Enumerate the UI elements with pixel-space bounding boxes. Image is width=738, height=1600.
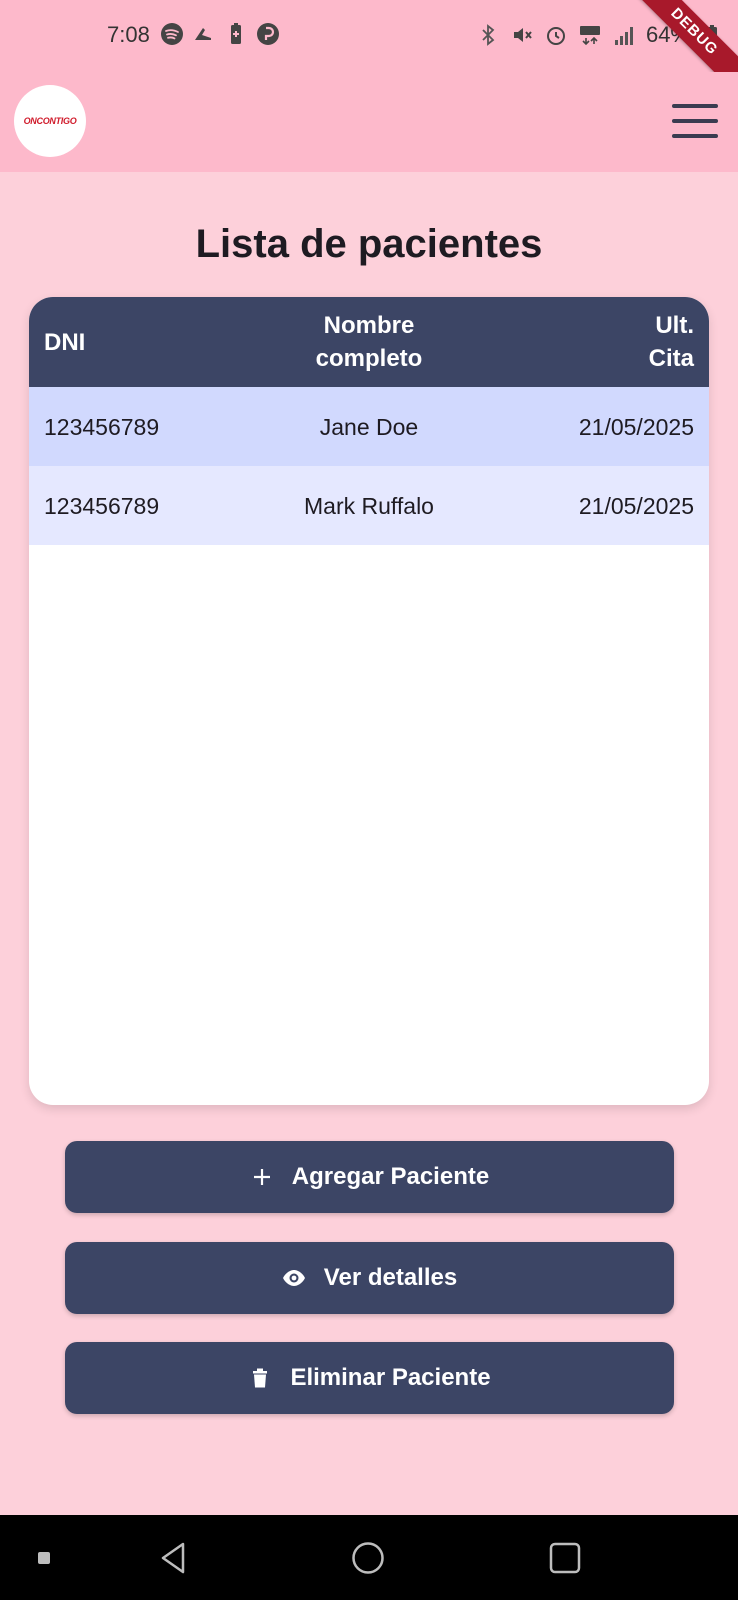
- hamburger-menu-icon[interactable]: [672, 104, 718, 138]
- view-details-button[interactable]: Ver detalles: [65, 1242, 674, 1314]
- table-row[interactable]: 123456789 Mark Ruffalo 21/05/2025: [29, 466, 709, 545]
- cell-date: 21/05/2025: [578, 414, 694, 440]
- add-patient-label: Agregar Paciente: [291, 1163, 490, 1190]
- add-patient-button[interactable]: Agregar Paciente: [65, 1141, 674, 1213]
- column-header-dni: DNI: [44, 329, 86, 356]
- logo-text: ONCONTIGO: [23, 116, 77, 126]
- system-nav-bar: [0, 1515, 738, 1600]
- signal-icon: [614, 27, 633, 45]
- p-app-icon: [257, 23, 279, 45]
- spotify-icon: [161, 23, 183, 45]
- cell-dni: 123456789: [44, 414, 160, 440]
- home-icon[interactable]: [351, 1541, 385, 1575]
- eye-icon: [282, 1270, 305, 1286]
- recents-icon[interactable]: [548, 1541, 582, 1575]
- menu-line: [672, 104, 718, 108]
- status-bar: 7:08 64% DEBUG: [0, 0, 738, 106]
- app-logo[interactable]: ONCONTIGO: [14, 85, 86, 157]
- battery-saver-icon: [231, 23, 241, 44]
- menu-line: [672, 119, 718, 123]
- view-details-label: Ver detalles: [323, 1264, 458, 1291]
- column-header-date-line2: Cita: [648, 345, 694, 372]
- cell-name: Mark Ruffalo: [304, 493, 434, 519]
- menu-line: [672, 134, 718, 138]
- app-bar: ONCONTIGO: [0, 72, 738, 172]
- column-header-date-line1: Ult.: [655, 312, 694, 339]
- bluetooth-icon: [482, 24, 495, 46]
- cell-date: 21/05/2025: [578, 493, 694, 519]
- column-header-name-line1: Nombre: [323, 312, 415, 339]
- status-time: 7:08: [107, 22, 150, 47]
- column-header-last-appointment: Ult. Cita: [594, 309, 694, 375]
- column-header-name: Nombre completo: [259, 309, 479, 375]
- table-header: DNI Nombre completo Ult. Cita: [29, 297, 709, 387]
- page-title: Lista de pacientes: [195, 222, 543, 266]
- patients-table: DNI Nombre completo Ult. Cita 123456789 …: [29, 297, 709, 1105]
- mute-icon: [513, 28, 532, 42]
- trash-icon: [253, 1368, 268, 1388]
- column-header-name-line2: completo: [315, 345, 423, 372]
- cell-name: Jane Doe: [319, 414, 419, 440]
- nav-recents-dot-icon[interactable]: [38, 1552, 50, 1564]
- delete-patient-label: Eliminar Paciente: [290, 1364, 491, 1391]
- cell-dni: 123456789: [44, 493, 160, 519]
- screen: 7:08 64% DEBUG ONCONTIGO Lista de pacien…: [0, 0, 738, 1600]
- running-shoe-icon: [195, 28, 211, 40]
- alarm-icon: [546, 27, 565, 45]
- plus-icon: [253, 1169, 270, 1185]
- back-icon[interactable]: [156, 1541, 190, 1575]
- status-left-icons: [160, 22, 280, 46]
- delete-patient-button[interactable]: Eliminar Paciente: [65, 1342, 674, 1414]
- 4g-data-icon: [579, 26, 600, 46]
- table-row[interactable]: 123456789 Jane Doe 21/05/2025: [29, 387, 709, 466]
